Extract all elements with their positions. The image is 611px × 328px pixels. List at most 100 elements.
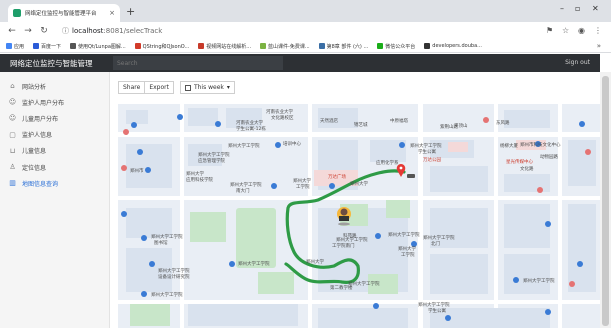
translate-icon[interactable]: ⚑ — [546, 26, 553, 35]
map-label: 应用科技学院 — [186, 176, 213, 183]
browser-tab[interactable]: 网络定位监控与智能管理平台 × — [8, 4, 120, 22]
bookmark-item[interactable]: 第8章 部件 (六) ... — [318, 43, 369, 50]
window-close-icon[interactable]: ✕ — [592, 4, 599, 13]
map-label: 文化路校区 — [271, 114, 294, 121]
export-button[interactable]: Export — [145, 81, 174, 94]
map-label: 郑州大学工学院 — [410, 142, 442, 149]
map-label: 郑州大学 — [398, 245, 416, 252]
map-label: 郑州大学工学院 — [523, 277, 555, 284]
forward-icon[interactable]: → — [20, 26, 36, 36]
bookmarks-more-icon[interactable]: » — [597, 42, 601, 50]
this-week-label: This week — [193, 84, 224, 91]
map-label: 东风路 — [496, 119, 510, 126]
sidebar-item-label: 监护人信息 — [22, 132, 53, 140]
browser-tab-bar: 网络定位监控与智能管理平台 × + – ▫ ✕ — [0, 0, 611, 22]
map-label: 郑州大学工学院 — [151, 233, 183, 240]
bookmark-icon — [424, 43, 431, 49]
sidebar-item[interactable]: ☺ 儿童用户分布 — [0, 110, 109, 126]
map-label: 天然酒店 — [320, 117, 338, 124]
bookmark-item[interactable]: 视频网站在线解析... — [198, 43, 251, 50]
map-label-poi: 星光传媒中心 — [506, 158, 533, 165]
bookmark-item[interactable]: 百度一下 — [33, 43, 61, 50]
map-label: 河南农业大学 — [236, 119, 263, 126]
minimize-icon[interactable]: – — [560, 4, 564, 13]
back-icon[interactable]: ← — [4, 26, 20, 36]
tab-favicon-icon — [13, 9, 21, 17]
new-tab-button[interactable]: + — [126, 5, 135, 18]
search-input[interactable] — [113, 56, 283, 70]
sidebar-item[interactable]: ☺ 监护人用户分布 — [0, 94, 109, 110]
sidebar: ⌂ 网站分析 ☺ 监护人用户分布 ☺ 儿童用户分布 ▢ 监护人信息 ⊔ 儿童信息 ♙ 定位信息 ▥ 地图信… — [0, 72, 110, 328]
sidebar-item[interactable]: ⌂ 网站分析 — [0, 78, 109, 94]
page-scrollbar[interactable] — [600, 72, 611, 328]
car-icon — [407, 174, 415, 178]
star-icon[interactable]: ☆ — [562, 26, 569, 35]
map-label: 学生公寓-12栋 — [236, 125, 266, 132]
calendar-icon — [184, 84, 191, 91]
tab-close-icon[interactable]: × — [109, 9, 115, 17]
bookmark-icon — [198, 43, 205, 49]
map-label: 学生公寓 — [418, 148, 436, 155]
map-label: 郑州大学 — [350, 180, 368, 187]
bookmark-icon — [377, 43, 384, 49]
this-week-dropdown[interactable]: This week ▾ — [179, 81, 235, 94]
map-label: 工学院 — [296, 183, 310, 190]
bookmark-item[interactable]: 应用 — [6, 43, 24, 50]
bar-chart-icon: ▥ — [9, 179, 16, 188]
map-label: 郑州大学工学院 — [418, 301, 450, 308]
map-label: 学生公寓 — [428, 307, 446, 314]
bookmark-item[interactable]: developers.douba... — [424, 43, 482, 49]
file-icon: ▢ — [9, 130, 16, 139]
browser-nav-bar: ← → ↻ ⓘ localhost :8081/selecTrack ⚑ ☆ ◉… — [0, 22, 611, 40]
sidebar-item[interactable]: ▢ 监护人信息 — [0, 127, 109, 143]
profile-icon[interactable]: ◉ — [578, 26, 585, 35]
map-view[interactable]: 河南农业大学 文化路校区 河南农业大学 学生公寓-12栋 郑州大学工学院 培训中心 天然酒店… — [118, 104, 600, 328]
map-label: 工学院南门 — [332, 242, 355, 249]
info-icon[interactable]: ⓘ — [62, 26, 69, 36]
bookmark-label: 微信公众平台 — [385, 43, 416, 50]
map-label: 郑州市科技文化中心 — [520, 141, 561, 148]
bookmark-item[interactable]: 蓝山课件-免费课... — [260, 43, 310, 50]
map-label: 文化路 — [520, 165, 534, 172]
bookmark-label: developers.douba... — [432, 43, 482, 49]
map-label: 杨柳大厦 — [500, 142, 518, 149]
map-label: 南大门 — [236, 187, 250, 194]
address-bar[interactable]: ⓘ localhost :8081/selecTrack — [62, 24, 540, 38]
map-label-poi: 万达公园 — [423, 156, 441, 163]
app-title: 网络定位监控与智能管理 — [10, 59, 93, 68]
bookmark-item[interactable]: 微信公众平台 — [377, 43, 415, 50]
map-label: 郑州大学工学院 — [151, 291, 183, 298]
sidebar-item[interactable]: ⊔ 儿童信息 — [0, 143, 109, 159]
map-label: 郑州大学工学院 — [238, 260, 270, 267]
map-label: 动物园路 — [540, 153, 558, 160]
bookmark-icon — [6, 43, 12, 49]
bookmark-icon — [318, 43, 325, 49]
map-label: 应用化学系 — [376, 159, 399, 166]
bookmark-label: 第8章 部件 (六) ... — [326, 43, 369, 50]
user-icon: ☺ — [8, 98, 17, 107]
sidebar-item[interactable]: ♙ 定位信息 — [0, 159, 109, 175]
map-label: 郑州大学工学院 — [198, 151, 230, 158]
url-host: localhost — [72, 27, 104, 35]
map-label: 郑州大学 — [306, 258, 324, 265]
scrollbar-thumb[interactable] — [602, 76, 609, 326]
map-label: 平顶山 — [454, 122, 468, 129]
map-label: 郑州大学工学院 — [423, 234, 455, 241]
map-label: 郑州大学工学院 — [336, 236, 368, 243]
bookmark-label: 视频网站在线解析... — [206, 43, 252, 50]
bookmark-icon — [134, 43, 141, 49]
bookmark-label: 蓝山课件-免费课... — [268, 43, 310, 50]
menu-icon[interactable]: ⋮ — [594, 26, 602, 35]
share-button[interactable]: Share — [118, 81, 146, 94]
sidebar-item[interactable]: ▥ 地图信息查询 — [0, 175, 109, 191]
bookmark-item[interactable]: 使用Qt/Lunpa图解... — [70, 43, 126, 50]
map-label: 中原福塔 — [390, 117, 408, 124]
bookmark-item[interactable]: QString和QJsonO... — [134, 43, 189, 50]
sign-out-link[interactable]: Sign out — [565, 59, 590, 66]
maximize-icon[interactable]: ▫ — [575, 4, 580, 13]
sidebar-item-label: 儿童信息 — [22, 148, 47, 156]
map-label: 郑州大学工学院 — [348, 280, 380, 287]
reload-icon[interactable]: ↻ — [36, 26, 52, 36]
map-canvas[interactable]: 河南农业大学文化路校区河南农业大学学生公寓-12栋郑州大学工学院 培训中心天然酒店… — [118, 104, 600, 328]
user-icon: ☺ — [8, 114, 17, 123]
